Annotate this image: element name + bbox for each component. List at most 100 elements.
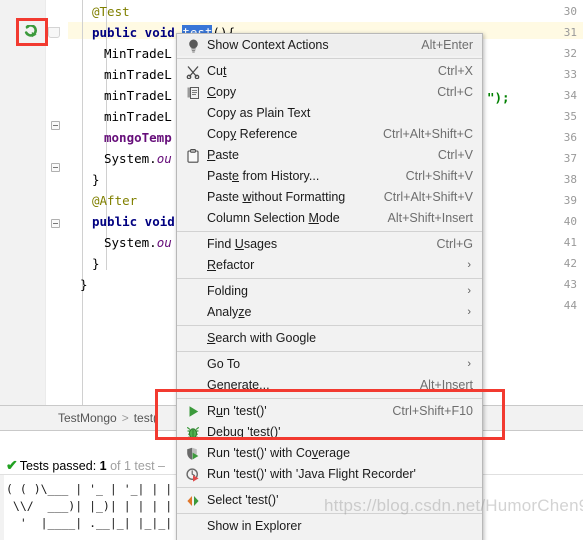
fold-marker[interactable]: [51, 219, 60, 228]
tests-passed-label: Tests passed:: [19, 459, 97, 473]
menu-item-icon-placeholder: [183, 357, 203, 373]
debug-icon: [183, 425, 203, 441]
menu-item-icon-placeholder: [183, 169, 203, 185]
line-number: 41: [563, 236, 577, 249]
menu-item-icon-placeholder: [183, 190, 203, 206]
menu-item-paste-from-history[interactable]: Paste from History... Ctrl+Shift+V: [177, 166, 482, 187]
menu-item-label: Analyze: [207, 305, 252, 319]
line-number: 31: [563, 26, 577, 39]
code-line[interactable]: minTradeL: [104, 68, 172, 82]
menu-item-debug-test[interactable]: Debug 'test()': [177, 422, 482, 443]
menu-item-icon-placeholder: [183, 378, 203, 394]
indent-guide: [82, 0, 83, 405]
menu-item-refactor[interactable]: Refactor ›: [177, 255, 482, 276]
lightbulb-icon: [183, 38, 203, 54]
menu-item-column-selection-mode[interactable]: Column Selection Mode Alt+Shift+Insert: [177, 208, 482, 229]
line-number: 40: [563, 215, 577, 228]
line-number: 38: [563, 173, 577, 186]
editor-fold-gutter[interactable]: [46, 0, 68, 405]
code-line[interactable]: }: [92, 257, 100, 271]
menu-item-label: Debug 'test()': [207, 425, 281, 439]
menu-item-paste[interactable]: Paste Ctrl+V: [177, 145, 482, 166]
menu-item-run-test[interactable]: Run 'test()' Ctrl+Shift+F10: [177, 401, 482, 422]
menu-item-shortcut: Ctrl+V: [437, 148, 473, 162]
line-number: 43: [563, 278, 577, 291]
select-icon: [183, 493, 203, 509]
menu-item-label: Run 'test()' with Coverage: [207, 446, 351, 460]
menu-separator: [177, 398, 482, 399]
line-number: 37: [563, 152, 577, 165]
submenu-chevron-right-icon: ›: [467, 358, 471, 370]
menu-item-go-to[interactable]: Go To ›: [177, 354, 482, 375]
menu-item-run-test-with-java-flight-recorder[interactable]: Run 'test()' with 'Java Flight Recorder': [177, 464, 482, 485]
menu-item-label: Copy as Plain Text: [207, 106, 311, 120]
flight-recorder-icon: [183, 467, 203, 483]
fold-marker[interactable]: [51, 163, 60, 172]
line-number: 44: [563, 299, 577, 312]
line-number: 32: [563, 47, 577, 60]
watermark: https://blog.csdn.net/HumorChen99: [324, 496, 583, 515]
menu-separator: [177, 487, 482, 488]
run-icon: [183, 404, 203, 420]
code-fragment-right: ");: [487, 90, 510, 105]
clipboard-icon: [183, 148, 203, 164]
menu-item-cut[interactable]: Cut Ctrl+X: [177, 61, 482, 82]
menu-item-show-in-explorer[interactable]: Show in Explorer: [177, 516, 482, 537]
console-output: ( ( )\___ | '_ | '_| | | \\/ ___)| |_)| …: [6, 482, 173, 530]
code-line[interactable]: System.ou: [104, 236, 172, 250]
menu-item-label: Search with Google: [207, 331, 317, 345]
menu-item-copy-reference[interactable]: Copy Reference Ctrl+Alt+Shift+C: [177, 124, 482, 145]
line-number: 42: [563, 257, 577, 270]
editor-gutter[interactable]: [0, 0, 46, 405]
panel-splitter[interactable]: [0, 475, 4, 540]
menu-item-search-with-google[interactable]: Search with Google: [177, 328, 482, 349]
coverage-icon: [183, 446, 203, 462]
code-line[interactable]: @Test: [92, 5, 130, 19]
menu-item-shortcut: Ctrl+C: [437, 85, 473, 99]
menu-separator: [177, 231, 482, 232]
submenu-chevron-right-icon: ›: [467, 285, 471, 297]
menu-item-generate[interactable]: Generate... Alt+Insert: [177, 375, 482, 396]
menu-item-copy-as-plain-text[interactable]: Copy as Plain Text: [177, 103, 482, 124]
menu-item-shortcut: Ctrl+G: [436, 237, 473, 251]
check-icon: ✔: [6, 457, 18, 473]
code-line[interactable]: minTradeL: [104, 110, 172, 124]
menu-item-analyze[interactable]: Analyze ›: [177, 302, 482, 323]
line-number: 30: [563, 5, 577, 18]
code-line[interactable]: }: [92, 173, 100, 187]
menu-item-show-context-actions[interactable]: Show Context Actions Alt+Enter: [177, 35, 482, 56]
menu-item-copy[interactable]: Copy Ctrl+C: [177, 82, 482, 103]
code-line[interactable]: minTradeL: [104, 89, 172, 103]
menu-item-paste-without-formatting[interactable]: Paste without Formatting Ctrl+Alt+Shift+V: [177, 187, 482, 208]
string-literal: ");: [487, 90, 510, 105]
code-line[interactable]: }: [80, 278, 88, 292]
breadcrumb-class[interactable]: TestMongo: [58, 411, 117, 425]
menu-item-label: Folding: [207, 284, 248, 298]
editor-context-menu[interactable]: Show Context Actions Alt+Enter Cut Ctrl+X Co…: [176, 33, 483, 540]
run-gutter-highlight: [16, 18, 48, 46]
breadcrumb[interactable]: TestMongo > test(: [58, 411, 157, 425]
menu-item-shortcut: Ctrl+X: [437, 64, 473, 78]
menu-item-icon-placeholder: [183, 519, 203, 535]
line-number: 36: [563, 131, 577, 144]
menu-item-label: Show Context Actions: [207, 38, 329, 52]
line-number: 34: [563, 89, 577, 102]
test-status-text: ✔ Tests passed: 1 of 1 test –: [6, 457, 165, 474]
menu-item-label: Copy: [207, 85, 237, 99]
menu-item-shortcut: Ctrl+Shift+V: [405, 169, 473, 183]
submenu-chevron-right-icon: ›: [467, 306, 471, 318]
code-line[interactable]: System.ou: [104, 152, 172, 166]
menu-item-icon-placeholder: [183, 258, 203, 274]
scissors-icon: [183, 64, 203, 80]
code-line[interactable]: mongoTemp: [104, 131, 172, 145]
menu-item-icon-placeholder: [183, 211, 203, 227]
menu-item-run-test-with-coverage[interactable]: Run 'test()' with Coverage: [177, 443, 482, 464]
menu-separator: [177, 278, 482, 279]
breadcrumb-method[interactable]: test(: [134, 411, 157, 425]
menu-item-find-usages[interactable]: Find Usages Ctrl+G: [177, 234, 482, 255]
menu-item-shortcut: Alt+Enter: [421, 38, 473, 52]
code-line[interactable]: MinTradeL: [104, 47, 172, 61]
fold-marker[interactable]: [51, 121, 60, 130]
code-line[interactable]: @After: [92, 194, 137, 208]
menu-item-folding[interactable]: Folding ›: [177, 281, 482, 302]
